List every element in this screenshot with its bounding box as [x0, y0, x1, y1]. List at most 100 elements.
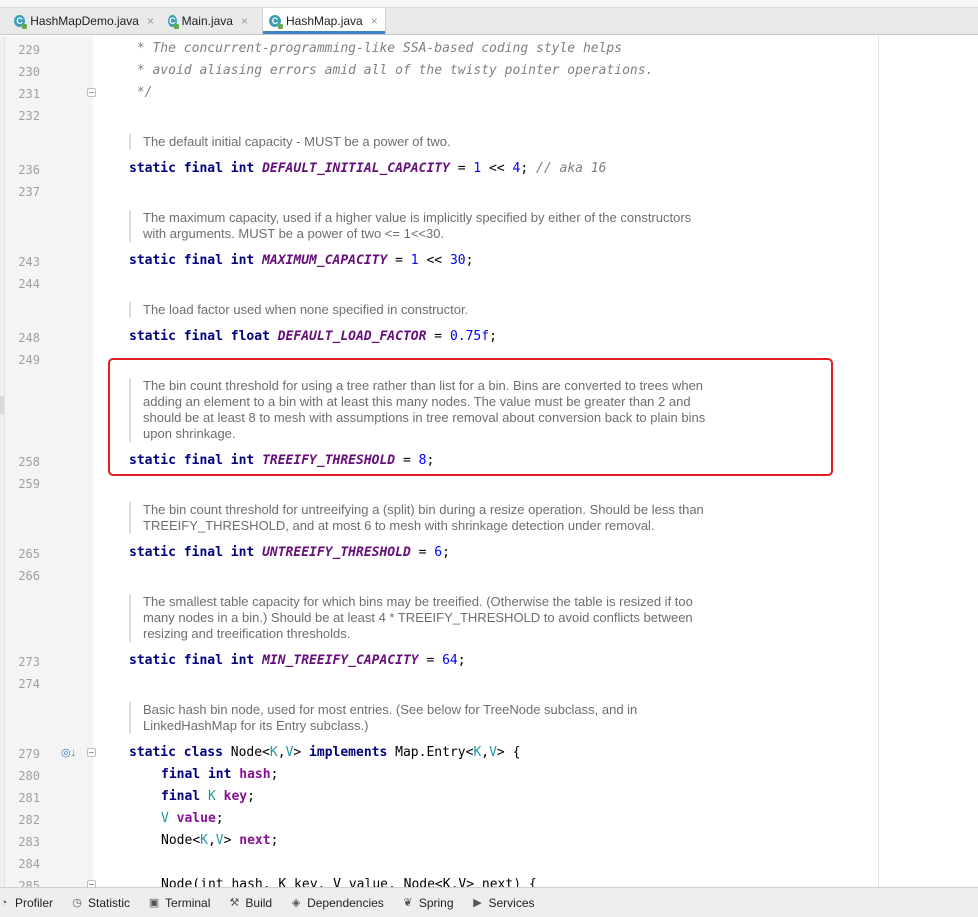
tool-label: Build	[245, 895, 273, 910]
line-number: 273	[18, 655, 40, 669]
punctuation: {	[512, 745, 521, 760]
tool-label: Services	[488, 895, 535, 910]
javadoc-text: Basic hash bin node, used for most entri…	[143, 702, 638, 717]
tab-main[interactable]: C Main.java ×	[162, 8, 254, 34]
operator: =	[418, 653, 443, 668]
punctuation: >	[223, 833, 232, 848]
code-line: static final float DEFAULT_LOAD_FACTOR =…	[129, 329, 497, 344]
keyword: static	[129, 545, 176, 560]
tool-label: Statistic	[88, 895, 131, 910]
line-number: 282	[18, 813, 40, 827]
line-number: 280	[18, 769, 40, 783]
tab-label: Main.java	[181, 14, 233, 28]
tab-label: HashMapDemo.java	[30, 14, 139, 28]
keyword: static	[129, 745, 176, 760]
line-number: 236	[18, 163, 40, 177]
field-name: next	[239, 833, 271, 848]
keyword: final	[183, 329, 223, 344]
operator: =	[410, 545, 435, 560]
tool-spring[interactable]: ❦ Spring	[402, 895, 454, 910]
java-class-icon: C	[269, 15, 283, 29]
punctuation: ;	[457, 653, 466, 668]
type-name: Map.Entry	[395, 745, 466, 760]
type-parameter: K	[200, 833, 208, 848]
close-icon[interactable]: ×	[147, 14, 154, 28]
line-number: 230	[18, 65, 40, 79]
keyword: static	[129, 653, 176, 668]
tool-services[interactable]: ▶ Services	[472, 895, 535, 910]
constant-name: UNTREEIFY_THRESHOLD	[262, 545, 411, 560]
code-editor[interactable]: 229 230 231 232 236 237 243 244 248 249 …	[0, 36, 978, 887]
line-number: 258	[18, 455, 40, 469]
line-number: 284	[18, 857, 40, 871]
line-number: 266	[18, 569, 40, 583]
class-name: Node	[230, 745, 263, 760]
javadoc-text: many nodes in a bin.) Should be at least…	[143, 610, 693, 625]
tool-dependencies[interactable]: ◈ Dependencies	[290, 896, 384, 910]
tool-terminal[interactable]: ▣ Terminal	[148, 896, 211, 910]
rendered-javadoc: Basic hash bin node, used for most entri…	[129, 702, 763, 734]
code-line: static final int DEFAULT_INITIAL_CAPACIT…	[129, 161, 606, 176]
close-icon[interactable]: ×	[241, 14, 248, 28]
keyword: static	[129, 253, 176, 268]
type-parameter: K	[207, 789, 216, 804]
code-line: static final int UNTREEIFY_THRESHOLD = 6…	[129, 545, 450, 560]
services-icon: ▶	[473, 896, 482, 909]
keyword: int	[230, 161, 255, 176]
punctuation: <	[192, 833, 201, 848]
tool-label: Spring	[418, 895, 454, 910]
operator: =	[387, 253, 411, 268]
tool-profiler[interactable]: ◔ Profiler	[0, 896, 53, 910]
fold-marker[interactable]	[87, 880, 96, 887]
terminal-icon: ▣	[148, 896, 160, 909]
spring-icon: ❦	[403, 896, 413, 909]
highlight-box	[108, 358, 833, 476]
code-line: static class Node<K,V> implements Map.En…	[129, 745, 520, 760]
fold-marker[interactable]	[87, 748, 96, 757]
javadoc-text: The smallest table capacity for which bi…	[143, 594, 693, 609]
rendered-javadoc: The load factor used when none specified…	[129, 302, 763, 318]
java-class-icon: C	[168, 15, 179, 29]
code-line: V value;	[161, 811, 224, 826]
editor-tab-bar: C HashMapDemo.java × C Main.java × C Has…	[0, 0, 978, 35]
number-literal: 64	[442, 653, 458, 668]
operator: <<	[418, 253, 450, 268]
code-line: Node(int hash, K key, V value, Node<K,V>…	[161, 877, 537, 887]
tab-hashmapdemo[interactable]: C HashMapDemo.java ×	[8, 8, 160, 34]
keyword: static	[129, 329, 176, 344]
punctuation: <	[262, 745, 270, 760]
constant-name: MAXIMUM_CAPACITY	[262, 253, 388, 268]
tool-build[interactable]: ⚒ Build	[228, 896, 272, 910]
operator: =	[449, 161, 474, 176]
fold-marker[interactable]	[87, 88, 96, 97]
tool-label: Profiler	[15, 895, 54, 910]
type-parameter: V	[161, 811, 169, 826]
keyword: final	[183, 653, 223, 668]
operator: =	[426, 329, 450, 344]
number-literal: 1	[410, 253, 419, 268]
operator: <<	[481, 161, 513, 176]
code-line: final K key;	[161, 789, 255, 804]
line-number: 285	[18, 879, 40, 887]
javadoc-text: The load factor used when none specified…	[143, 302, 469, 317]
dependencies-icon: ◈	[291, 896, 301, 909]
number-literal: 0.75f	[449, 329, 490, 344]
tab-hashmap[interactable]: C HashMap.java ×	[262, 8, 386, 34]
punctuation: >	[496, 745, 505, 760]
javadoc-text: The bin count threshold for untreeifying…	[143, 502, 704, 517]
class-name: Node	[161, 833, 193, 848]
constant-name: MIN_TREEIFY_CAPACITY	[262, 653, 419, 668]
punctuation: ,	[481, 745, 490, 760]
rendered-javadoc: The bin count threshold for untreeifying…	[129, 502, 763, 534]
tool-statistic[interactable]: ◷ Statistic	[71, 896, 130, 910]
implements-method-icon[interactable]: ◎↓	[61, 746, 77, 760]
line-number: 281	[18, 791, 40, 805]
keyword: int	[230, 253, 255, 268]
keyword: int	[230, 653, 255, 668]
close-icon[interactable]: ×	[371, 14, 378, 28]
profiler-icon: ◔	[0, 896, 8, 909]
punctuation: ,	[207, 833, 216, 848]
code-line: * avoid aliasing errors amid all of the …	[129, 63, 654, 78]
punctuation: >	[293, 745, 302, 760]
keyword: final	[183, 545, 223, 560]
